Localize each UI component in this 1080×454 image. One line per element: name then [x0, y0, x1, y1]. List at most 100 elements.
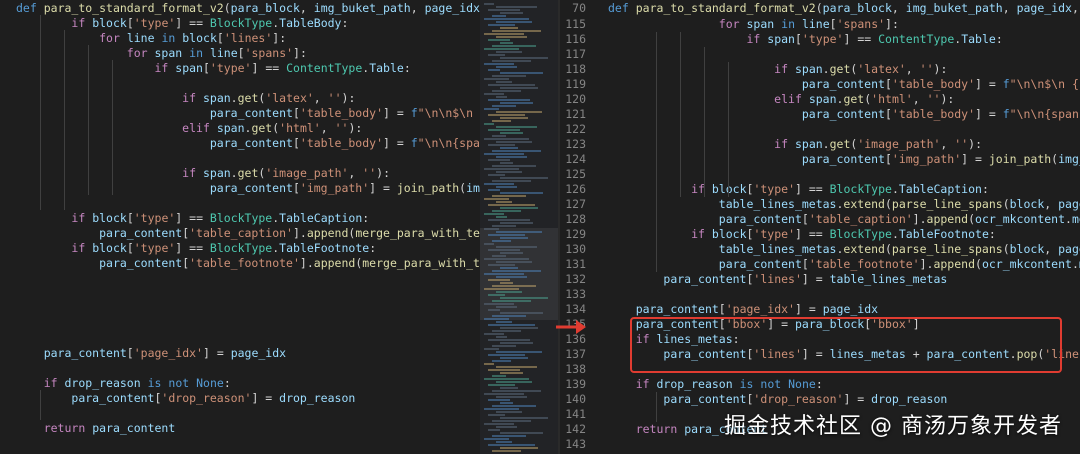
minimap-line [488, 129, 520, 131]
code-line[interactable]: if span.get('image_path', ''): [608, 137, 982, 152]
line-number: 137 [565, 347, 586, 361]
line-number: 139 [565, 377, 586, 391]
minimap-line [496, 291, 522, 293]
code-line[interactable]: para_content['img_path'] = join_path(img… [16, 181, 480, 196]
code-line[interactable]: para_content['table_body'] = f"\n\n{span… [16, 136, 480, 151]
code-line[interactable]: elif span.get('html', ''): [16, 121, 362, 136]
code-line[interactable]: para_content['drop_reason'] = drop_reaso… [16, 391, 355, 406]
minimap-line [496, 96, 507, 98]
minimap-line [492, 45, 536, 47]
indent-guide [112, 60, 113, 195]
code-line[interactable]: def para_to_standard_format_v2(para_bloc… [16, 1, 480, 16]
minimap-line [500, 162, 513, 164]
line-number: 70 [572, 1, 586, 15]
minimap-line [488, 324, 535, 326]
line-number: 128 [565, 212, 586, 226]
minimap-line [484, 258, 529, 260]
code-line[interactable]: if block['type'] == BlockType.TableBody: [16, 16, 348, 31]
line-number: 131 [565, 257, 586, 271]
minimap-line [488, 279, 510, 281]
minimap-line [500, 132, 523, 134]
minimap-line [484, 138, 529, 140]
line-number: 122 [565, 122, 586, 136]
code-line[interactable]: para_content['page_idx'] = page_idx [608, 302, 878, 317]
code-line[interactable]: if span.get('latex', ''): [608, 62, 947, 77]
code-line[interactable]: if span.get('latex', ''): [16, 91, 355, 106]
minimap-line [484, 183, 514, 185]
code-line[interactable]: elif span.get('html', ''): [608, 92, 954, 107]
line-number: 134 [565, 302, 586, 316]
minimap-line [484, 438, 509, 440]
indent-guide [680, 32, 681, 197]
code-line[interactable]: for line in block['lines']: [16, 31, 286, 46]
minimap-line [500, 357, 528, 359]
code-line[interactable]: for span in line['spans']: [16, 46, 307, 61]
minimap-line [496, 111, 542, 113]
code-line[interactable]: para_content['table_body'] = f"\n\n$\n {… [16, 106, 480, 121]
indent-guide [40, 390, 41, 420]
code-line[interactable]: if drop_reason is not None: [608, 377, 823, 392]
code-line[interactable]: table_lines_metas.extend(parse_line_span… [608, 197, 1080, 212]
minimap-line [492, 420, 531, 422]
code-line[interactable]: table_lines_metas.extend(parse_line_span… [608, 242, 1080, 257]
minimap-line [492, 390, 541, 392]
code-line[interactable]: para_content['drop_reason'] = drop_reaso… [608, 392, 947, 407]
minimap-line [488, 264, 515, 266]
minimap-line [488, 384, 515, 386]
minimap-line [492, 225, 516, 227]
minimap-line [496, 126, 537, 128]
minimap-line [496, 6, 537, 8]
minimap-line [500, 267, 518, 269]
code-line[interactable]: if block['type'] == BlockType.TableCapti… [16, 211, 369, 226]
code-line[interactable]: if span['type'] == ContentType.Table: [608, 32, 1002, 47]
right-editor-pane[interactable]: 70 def para_to_standard_format_v2(para_bl… [560, 0, 1080, 454]
minimap-line [488, 309, 500, 311]
code-line[interactable]: if block['type'] == BlockType.TableFootn… [608, 227, 996, 242]
code-line[interactable]: para_content['table_body'] = f"\n\n{span… [608, 107, 1080, 122]
minimap-line [484, 243, 494, 245]
minimap-line [484, 363, 494, 365]
code-line[interactable]: if drop_reason is not None: [16, 376, 231, 391]
minimap-line [496, 36, 527, 38]
left-editor-pane[interactable]: def para_to_standard_format_v2(para_bloc… [0, 0, 480, 454]
sticky-header-line[interactable]: def para_to_standard_format_v2(para_bloc… [608, 1, 1080, 16]
minimap-line [496, 216, 507, 218]
minimap-line [492, 30, 541, 32]
minimap-line [500, 117, 528, 119]
code-line[interactable]: para_content['table_footnote'].append(oc… [608, 257, 1080, 272]
code-line[interactable]: return para_content [16, 421, 176, 436]
minimap-line [488, 399, 510, 401]
minimap-line [484, 18, 529, 20]
code-line[interactable]: if block['type'] == BlockType.TableFootn… [16, 241, 376, 256]
minimap-line [492, 90, 521, 92]
code-line[interactable]: if span.get('image_path', ''): [16, 166, 390, 181]
minimap-line [484, 3, 494, 5]
line-number: 133 [565, 287, 586, 301]
minimap-line [500, 207, 538, 209]
indent-guide [64, 30, 65, 210]
code-line[interactable]: for span in line['spans']: [608, 17, 899, 32]
minimap-line [496, 381, 532, 383]
code-line[interactable]: if block['type'] == BlockType.TableCapti… [608, 182, 989, 197]
line-number: 120 [565, 92, 586, 106]
minimap-line [500, 282, 513, 284]
minimap-line [488, 159, 510, 161]
code-line[interactable]: para_content['img_path'] = join_path(img… [608, 152, 1080, 167]
code-line[interactable]: para_content['table_body'] = f"\n\n$\n {… [608, 77, 1080, 92]
line-number: 127 [565, 197, 586, 211]
line-number: 118 [565, 62, 586, 76]
minimap-line [500, 57, 548, 59]
minimap-line [488, 234, 525, 236]
minimap-line [484, 318, 509, 320]
minimap-line [484, 48, 519, 50]
code-line[interactable]: para_content['table_footnote'].append(me… [16, 256, 480, 271]
minimap-line [492, 375, 506, 377]
code-line[interactable]: para_content['table_caption'].append(mer… [16, 226, 480, 241]
code-line[interactable]: para_content['page_idx'] = page_idx [16, 346, 286, 361]
minimap-line [492, 270, 541, 272]
code-line[interactable]: para_content['table_caption'].append(ocr… [608, 212, 1080, 227]
minimap-line [488, 84, 535, 86]
minimap[interactable] [480, 0, 558, 454]
code-line[interactable]: para_content['lines'] = table_lines_meta… [608, 272, 947, 287]
code-line[interactable]: if span['type'] == ContentType.Table: [16, 61, 410, 76]
